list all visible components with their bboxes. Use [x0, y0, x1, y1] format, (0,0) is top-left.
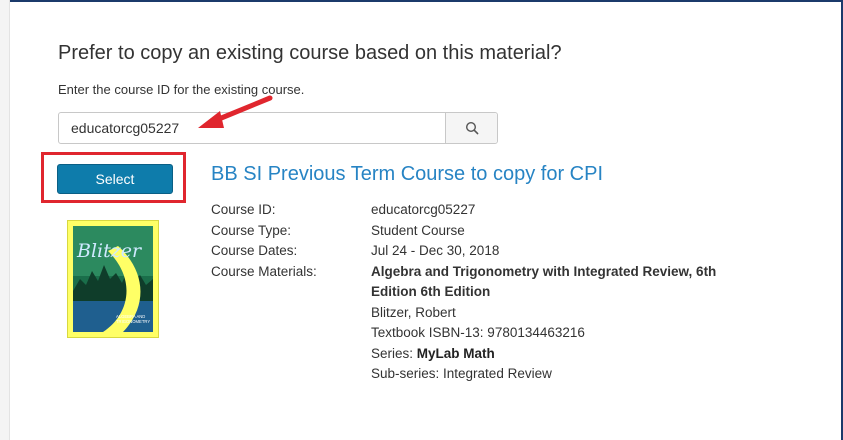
material-series-label: Series:	[371, 345, 417, 361]
course-details: Course ID: educatorcg05227 Course Type: …	[211, 200, 771, 385]
copy-course-heading: Prefer to copy an existing course based …	[58, 42, 562, 64]
course-id-search	[58, 112, 498, 144]
material-title-line1: Algebra and Trigonometry with Integrated…	[371, 263, 717, 279]
material-subseries: Sub-series: Integrated Review	[371, 366, 552, 381]
cover-brand-text: Blitzer	[76, 240, 143, 262]
course-type-value: Student Course	[371, 222, 465, 238]
material-isbn: Textbook ISBN-13: 9780134463216	[371, 325, 585, 340]
course-dates-row: Course Dates: Jul 24 - Dec 30, 2018	[211, 241, 771, 262]
red-arrow-annotation	[198, 95, 273, 128]
material-title-line2: Edition 6th Edition	[371, 284, 491, 299]
material-series-name: MyLab Math	[416, 345, 495, 361]
course-type-label: Course Type:	[211, 222, 292, 238]
course-materials-row: Course Materials: Algebra and Trigonomet…	[211, 262, 771, 385]
search-button[interactable]	[445, 113, 497, 143]
select-button[interactable]: Select	[57, 164, 173, 194]
course-materials-value: Algebra and Trigonometry with Integrated…	[371, 262, 771, 385]
course-title-link[interactable]: BB SI Previous Term Course to copy for C…	[211, 163, 603, 186]
course-materials-label: Course Materials:	[211, 263, 317, 279]
cover-caption-line2: TRIGONOMETRY	[116, 319, 150, 324]
course-type-row: Course Type: Student Course	[211, 221, 771, 242]
course-dates-label: Course Dates:	[211, 243, 298, 258]
course-id-label: Course ID:	[211, 202, 276, 217]
course-id-row: Course ID: educatorcg05227	[211, 200, 771, 221]
search-icon	[465, 121, 478, 135]
course-id-value: educatorcg05227	[371, 202, 476, 217]
material-author: Blitzer, Robert	[371, 304, 456, 320]
textbook-cover-art: Blitzer ALGEBRA AND TRIGONOMETRY	[68, 221, 158, 337]
course-dates-value: Jul 24 - Dec 30, 2018	[371, 243, 500, 258]
left-rail	[0, 0, 10, 440]
textbook-cover: Blitzer ALGEBRA AND TRIGONOMETRY	[67, 220, 159, 338]
